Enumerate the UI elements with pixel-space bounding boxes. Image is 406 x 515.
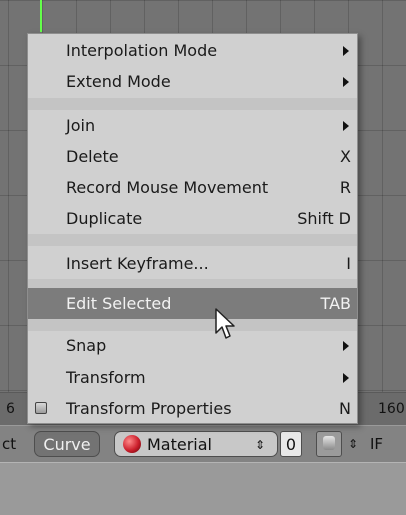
pin-button[interactable] xyxy=(316,431,342,457)
menu-item-insert-keyframe[interactable]: Insert Keyframe... I xyxy=(28,248,357,279)
bottom-panel xyxy=(0,462,406,515)
current-frame-cursor xyxy=(40,0,42,32)
menu-item-label: Duplicate xyxy=(66,209,143,228)
ipo-type-arrows-icon[interactable]: ⇕ xyxy=(348,432,358,457)
updown-arrows-icon: ⇕ xyxy=(254,438,265,452)
material-dropdown[interactable]: Material ⇕ xyxy=(114,431,278,457)
checkbox-icon[interactable] xyxy=(35,402,47,414)
number-field-value: 0 xyxy=(285,435,297,454)
curve-tab-button[interactable]: Curve xyxy=(34,431,100,457)
material-ball-icon xyxy=(123,435,141,453)
menu-item-label: Snap xyxy=(66,336,107,355)
menu-item-label: Transform xyxy=(66,368,146,387)
number-field[interactable]: 0 xyxy=(280,431,302,457)
material-label: Material xyxy=(147,435,212,454)
menu-item-label: Record Mouse Movement xyxy=(66,178,269,197)
menu-item-shortcut: TAB xyxy=(320,294,351,313)
menu-item-shortcut: I xyxy=(346,254,351,273)
menu-item-join[interactable]: Join xyxy=(28,110,357,141)
menu-separator xyxy=(28,98,357,110)
curve-tab-label: Curve xyxy=(43,435,91,454)
select-menu-partial[interactable]: ct xyxy=(2,432,16,457)
menu-item-shortcut: Shift D xyxy=(297,209,351,228)
ipo-type-partial[interactable]: IF xyxy=(370,432,383,457)
submenu-arrow-icon xyxy=(343,77,349,87)
menu-item-snap[interactable]: Snap xyxy=(28,330,357,361)
submenu-arrow-icon xyxy=(343,46,349,56)
mouse-pointer-icon xyxy=(215,308,235,339)
menu-item-shortcut: R xyxy=(339,178,351,197)
menu-item-delete[interactable]: Delete X xyxy=(28,141,357,172)
menu-item-label: Join xyxy=(66,116,96,135)
menu-item-shortcut: N xyxy=(339,399,351,418)
menu-item-extend-mode[interactable]: Extend Mode xyxy=(28,66,357,97)
menu-item-label: Interpolation Mode xyxy=(66,41,218,60)
menu-item-label: Insert Keyframe... xyxy=(66,254,209,273)
submenu-arrow-icon xyxy=(343,341,349,351)
menu-item-label: Extend Mode xyxy=(66,72,171,91)
submenu-arrow-icon xyxy=(343,373,349,383)
menu-item-record-mouse-movement[interactable]: Record Mouse Movement R xyxy=(28,172,357,203)
ipo-header-bar: ct Curve Material ⇕ 0 ⇕ IF xyxy=(0,425,406,464)
menu-item-transform-properties[interactable]: Transform Properties N xyxy=(28,393,357,424)
menu-item-shortcut: X xyxy=(340,147,351,166)
context-menu: Interpolation Mode Extend Mode Join Dele… xyxy=(27,33,358,424)
submenu-arrow-icon xyxy=(343,121,349,131)
menu-item-label: Transform Properties xyxy=(66,399,232,418)
menu-item-edit-selected[interactable]: Edit Selected TAB xyxy=(28,288,357,319)
menu-item-label: Edit Selected xyxy=(66,294,172,313)
menu-item-transform[interactable]: Transform xyxy=(28,362,357,393)
frame-number-left: 6 xyxy=(6,401,15,417)
menu-item-label: Delete xyxy=(66,147,119,166)
pin-icon xyxy=(323,436,335,450)
menu-separator xyxy=(28,234,357,246)
menu-item-interpolation-mode[interactable]: Interpolation Mode xyxy=(28,35,357,66)
menu-item-duplicate[interactable]: Duplicate Shift D xyxy=(28,203,357,234)
frame-number-right: 160 xyxy=(378,401,405,417)
